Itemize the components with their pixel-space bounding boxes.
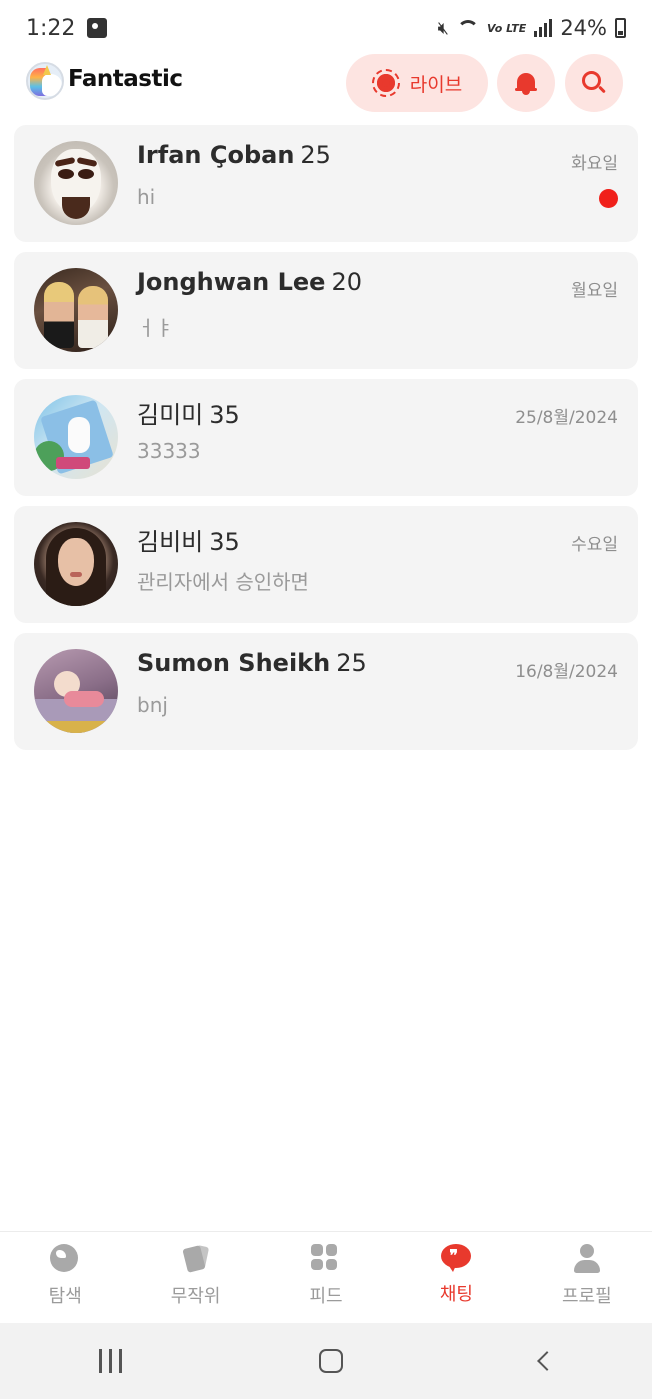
chat-item-irfan[interactable]: Irfan Çoban 25 hi 화요일 [14, 125, 638, 242]
nav-random[interactable]: 무작위 [130, 1232, 260, 1323]
search-icon [582, 71, 606, 95]
nav-label: 프로필 [561, 1286, 612, 1307]
gallery-notification-icon [87, 18, 108, 38]
contact-age: 25 [336, 649, 367, 677]
nav-label: 채팅 [439, 1284, 473, 1305]
chat-name-row: Jonghwan Lee 20 [137, 268, 362, 296]
contact-name: Irfan Çoban [137, 141, 295, 169]
contact-name: Jonghwan Lee [137, 268, 326, 296]
mute-icon: 🔇︎ [437, 17, 449, 39]
contact-age: 25 [300, 141, 331, 169]
app-brand: Fantastic [68, 66, 183, 92]
chat-name-row: Sumon Sheikh 25 [137, 649, 367, 677]
chat-name-row: Irfan Çoban 25 [137, 141, 331, 169]
message-preview: 관리자에서 승인하면 [137, 570, 309, 594]
contact-name: 김비비 [137, 528, 204, 556]
chat-bubble-icon: ❞ [441, 1244, 472, 1272]
message-date: 25/8월/2024 [515, 408, 618, 428]
volte-icon: Vo LTE [487, 21, 527, 35]
message-date: 화요일 [571, 154, 618, 174]
contact-name: 김미미 [137, 401, 204, 429]
bell-icon [515, 71, 537, 95]
cards-icon [181, 1244, 211, 1274]
person-icon [572, 1244, 602, 1274]
avatar [34, 522, 118, 606]
message-preview: ㅓㅑ [137, 316, 174, 340]
home-icon[interactable] [318, 1349, 343, 1373]
battery-icon [615, 18, 626, 38]
globe-icon [50, 1244, 80, 1274]
nav-label: 무작위 [170, 1286, 221, 1307]
avatar [34, 141, 118, 225]
search-button[interactable] [565, 54, 623, 112]
message-preview: bnj [137, 693, 168, 717]
message-date: 수요일 [571, 535, 618, 555]
grid-icon [311, 1244, 341, 1274]
avatar [34, 395, 118, 479]
status-time: 1:22 [26, 15, 76, 41]
live-button[interactable]: 라이브 [346, 54, 488, 112]
contact-age: 35 [209, 401, 240, 429]
signal-icon [534, 19, 553, 37]
contact-age: 20 [331, 268, 362, 296]
chat-item-sumon[interactable]: Sumon Sheikh 25 bnj 16/8월/2024 [14, 633, 638, 750]
chat-item-kimmimi[interactable]: 김미미 35 33333 25/8월/2024 [14, 379, 638, 496]
live-button-label: 라이브 [409, 73, 463, 96]
nav-label: 탐색 [48, 1286, 82, 1307]
back-icon[interactable] [536, 1351, 557, 1371]
nav-label: 피드 [309, 1286, 343, 1307]
chat-name-row: 김비비 35 [137, 522, 240, 557]
chat-item-jonghwan[interactable]: Jonghwan Lee 20 ㅓㅑ 월요일 [14, 252, 638, 369]
nav-feed[interactable]: 피드 [261, 1232, 391, 1323]
nav-profile[interactable]: 프로필 [522, 1232, 652, 1323]
contact-age: 35 [209, 528, 240, 556]
app-header: Fantastic 라이브 [0, 52, 652, 114]
message-date: 월요일 [571, 281, 618, 301]
unread-dot-icon [599, 189, 618, 208]
message-date: 16/8월/2024 [515, 662, 618, 682]
contact-name: Sumon Sheikh [137, 649, 331, 677]
status-bar: 1:22 🔇︎ Vo LTE 24% [0, 0, 652, 56]
avatar [34, 649, 118, 733]
battery-percent: 24% [560, 16, 607, 40]
message-preview: hi [137, 185, 156, 209]
recent-apps-icon[interactable] [98, 1349, 122, 1373]
status-left: 1:22 [26, 15, 108, 41]
nav-chat[interactable]: ❞ 채팅 [391, 1232, 521, 1323]
bottom-nav: 탐색 무작위 피드 ❞ 채팅 프로필 [0, 1231, 652, 1323]
notifications-button[interactable] [497, 54, 555, 112]
wifi-icon [457, 20, 479, 36]
unicorn-logo-icon [26, 62, 64, 100]
nav-explore[interactable]: 탐색 [0, 1232, 130, 1323]
avatar [34, 268, 118, 352]
live-record-icon [371, 69, 400, 97]
chat-name-row: 김미미 35 [137, 395, 240, 430]
system-nav-bar [0, 1323, 652, 1399]
status-right: 🔇︎ Vo LTE 24% [438, 16, 626, 40]
chat-list: Irfan Çoban 25 hi 화요일 Jonghwan Lee 20 ㅓㅑ 월… [14, 125, 638, 760]
chat-item-kimbibi[interactable]: 김비비 35 관리자에서 승인하면 수요일 [14, 506, 638, 623]
message-preview: 33333 [137, 439, 201, 463]
